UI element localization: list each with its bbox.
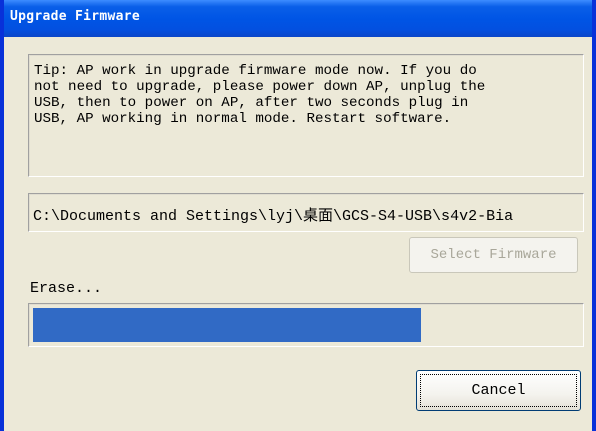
tip-message-box: Tip: AP work in upgrade firmware mode no… <box>28 54 584 177</box>
title-bar[interactable]: Upgrade Firmware <box>4 0 592 37</box>
firmware-path-field[interactable]: C:\Documents and Settings\lyj\桌面\GCS-S4-… <box>28 193 584 232</box>
status-label: Erase... <box>30 280 103 297</box>
select-firmware-button[interactable]: Select Firmware <box>409 237 578 273</box>
window-title: Upgrade Firmware <box>10 9 141 24</box>
progress-bar-fill <box>33 308 421 342</box>
progress-bar <box>28 303 584 347</box>
tip-message-text: Tip: AP work in upgrade firmware mode no… <box>34 63 486 127</box>
firmware-path-text: C:\Documents and Settings\lyj\桌面\GCS-S4-… <box>33 208 514 225</box>
upgrade-firmware-window: Upgrade Firmware Tip: AP work in upgrade… <box>0 0 596 431</box>
cancel-button[interactable]: Cancel <box>416 370 581 411</box>
cancel-button-label: Cancel <box>471 382 526 399</box>
dialog-content: Tip: AP work in upgrade firmware mode no… <box>4 37 592 431</box>
